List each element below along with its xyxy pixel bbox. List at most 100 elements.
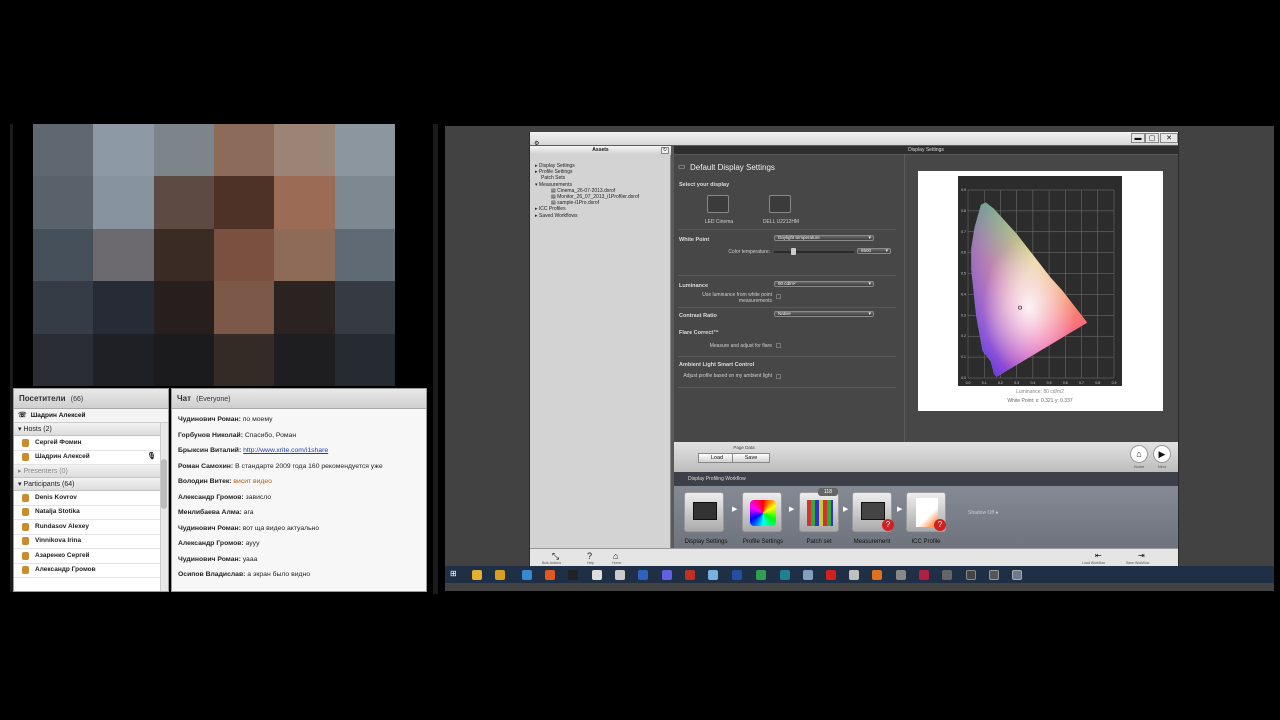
taskbar-app-icon[interactable] bbox=[803, 570, 813, 580]
luminance-dropdown[interactable]: 80 cd/m² bbox=[774, 281, 874, 287]
x-tick-label: 0.5 bbox=[1047, 381, 1052, 385]
save-button[interactable]: Save bbox=[732, 453, 770, 463]
profile-settings-step-icon[interactable] bbox=[742, 492, 782, 532]
chat-message: Роман Самохин: В стандарте 2009 года 160… bbox=[172, 459, 426, 475]
close-button[interactable]: ✕ bbox=[1160, 133, 1178, 143]
chat-author: Чудинович Роман: bbox=[178, 555, 241, 563]
maximize-button[interactable]: ▢ bbox=[1145, 133, 1159, 143]
chat-message: Чудинович Роман: по моему bbox=[172, 412, 426, 428]
taskbar-app-icon[interactable] bbox=[756, 570, 766, 580]
save-workflow-icon[interactable]: ⇥ bbox=[1138, 551, 1145, 560]
contrast-dropdown[interactable]: Native bbox=[774, 311, 874, 317]
taskbar-app-icon[interactable] bbox=[919, 570, 929, 580]
monitor-icon[interactable] bbox=[707, 195, 729, 213]
chat-message: Чудинович Роман: вот ща видео актуально bbox=[172, 521, 426, 537]
participants-section[interactable]: ▾ Participants (64) bbox=[14, 478, 168, 491]
y-tick-label: 0.0 bbox=[961, 376, 966, 380]
taskbar-app-icon[interactable] bbox=[568, 570, 578, 580]
tree-label: ICC Profiles bbox=[538, 206, 566, 213]
tree-label: Saved Workflows bbox=[538, 212, 578, 219]
taskbar-app-icon[interactable] bbox=[592, 570, 602, 580]
taskbar-app-icon[interactable] bbox=[780, 570, 790, 580]
adjust-ambient-label: Adjust profile based on my ambient light bbox=[683, 373, 772, 379]
refresh-icon[interactable]: ↻ bbox=[661, 147, 669, 154]
taskbar-app-icon[interactable] bbox=[989, 570, 999, 580]
chat-message: Александр Громов: зависло bbox=[172, 490, 426, 506]
use-luminance-checkbox[interactable] bbox=[776, 294, 781, 299]
taskbar-app-icon[interactable] bbox=[545, 570, 555, 580]
current-user[interactable]: ☏ Шадрин Алексей bbox=[14, 409, 168, 423]
home-icon[interactable]: ⌂ bbox=[1130, 445, 1148, 463]
taskbar-app-icon[interactable] bbox=[849, 570, 859, 580]
load-button[interactable]: Load bbox=[698, 453, 736, 463]
taskbar-app-icon[interactable] bbox=[732, 570, 742, 580]
load-workflow-icon[interactable]: ⇤ bbox=[1095, 551, 1102, 560]
presenters-section[interactable]: ▸ Presenters (0) bbox=[14, 465, 168, 478]
participant-item[interactable]: Denis Kovrov bbox=[14, 491, 168, 506]
tree-item[interactable]: ▸ Saved Workflows bbox=[535, 213, 639, 219]
minimize-button[interactable]: ▬ bbox=[1131, 133, 1145, 143]
tree-label: sample-i1Pro.dxrof bbox=[557, 200, 600, 207]
taskbar-app-icon[interactable] bbox=[896, 570, 906, 580]
temperature-slider[interactable] bbox=[774, 251, 854, 253]
taskbar-app-icon[interactable] bbox=[708, 570, 718, 580]
display-option[interactable]: LED Cinema bbox=[699, 219, 739, 225]
display-icon: ▭ bbox=[678, 162, 686, 171]
participant-item[interactable]: Natalja Stotika bbox=[14, 506, 168, 520]
taskbar-app-icon[interactable] bbox=[1012, 570, 1022, 580]
taskbar-app-icon[interactable] bbox=[522, 570, 532, 580]
patch-count-badge: 118 bbox=[818, 488, 838, 496]
participant-item[interactable]: Александр Громов bbox=[14, 564, 168, 578]
slider-handle[interactable] bbox=[791, 248, 796, 255]
y-tick-label: 0.9 bbox=[961, 188, 966, 192]
taskbar-app-icon[interactable] bbox=[942, 570, 952, 580]
taskbar-app-icon[interactable] bbox=[826, 570, 836, 580]
chat-author: Брыксин Виталий: bbox=[178, 447, 242, 454]
hosts-section[interactable]: ▾ Hosts (2) bbox=[14, 423, 168, 436]
taskbar-app-icon[interactable] bbox=[872, 570, 882, 580]
taskbar-app-icon[interactable] bbox=[685, 570, 695, 580]
monitor-icon[interactable] bbox=[769, 195, 791, 213]
chat-scope: (Everyone) bbox=[196, 396, 231, 403]
chat-link[interactable]: http://www.xrite.com/i1share bbox=[243, 447, 328, 454]
taskbar-app-icon[interactable] bbox=[662, 570, 672, 580]
display-settings-step-icon[interactable] bbox=[684, 492, 724, 532]
attendees-title: Посетители bbox=[19, 394, 66, 403]
taskbar-app-icon[interactable] bbox=[615, 570, 625, 580]
start-icon[interactable]: ⊞ bbox=[450, 569, 457, 578]
warning-icon: ? bbox=[882, 519, 894, 531]
shadow-toggle[interactable]: Shadow Off ● bbox=[968, 510, 998, 516]
step-label: Profile Settings bbox=[742, 539, 784, 545]
taskbar-app-icon[interactable] bbox=[966, 570, 976, 580]
participant-item[interactable]: Азаренко Сергей bbox=[14, 549, 168, 564]
home-icon[interactable]: ⌂ bbox=[613, 551, 618, 561]
help-icon[interactable]: ? bbox=[587, 551, 592, 561]
chat-title: Чат bbox=[177, 394, 191, 403]
user-icon bbox=[22, 438, 29, 447]
taskbar-app-icon[interactable] bbox=[495, 570, 505, 580]
next-icon[interactable]: ▶ bbox=[1153, 445, 1171, 463]
white-point-dropdown[interactable]: Daylight temperature bbox=[774, 235, 874, 241]
x-tick-label: 0.7 bbox=[1079, 381, 1084, 385]
y-tick-label: 0.4 bbox=[961, 292, 966, 296]
participant-item[interactable]: Rundasov Alexey bbox=[14, 520, 168, 535]
step-label: Measurement bbox=[853, 539, 891, 545]
host-item[interactable]: Шадрин Алексей 🎙 bbox=[14, 451, 168, 465]
chat-author: Роман Самохин: bbox=[178, 462, 234, 470]
participant-item[interactable]: Vinnikova Irina bbox=[14, 535, 168, 549]
settings-panel: ▭ Default Display Settings Select your d… bbox=[674, 155, 904, 442]
patch-set-step-icon[interactable] bbox=[799, 492, 839, 532]
app-footer: ⤡ ? ⌂ Bulk Actions Help Home ⇤ ⇥ Load Wo… bbox=[530, 548, 1178, 566]
host-item[interactable]: Сергей Фомин bbox=[14, 436, 168, 451]
taskbar-app-icon[interactable] bbox=[472, 570, 482, 580]
x-tick-label: 0.6 bbox=[1063, 381, 1068, 385]
taskbar-app-icon[interactable] bbox=[638, 570, 648, 580]
attendees-scrollbar-thumb[interactable] bbox=[161, 459, 167, 509]
measure-flare-checkbox[interactable] bbox=[776, 343, 781, 348]
temperature-input[interactable]: 6500 bbox=[857, 248, 891, 254]
display-option[interactable]: DELL U2212HM bbox=[756, 219, 806, 225]
page-data-label: Page Data bbox=[733, 445, 755, 450]
warning-icon: ? bbox=[934, 519, 946, 531]
adjust-ambient-checkbox[interactable] bbox=[776, 374, 781, 379]
white-point-label: White Point bbox=[679, 237, 710, 243]
